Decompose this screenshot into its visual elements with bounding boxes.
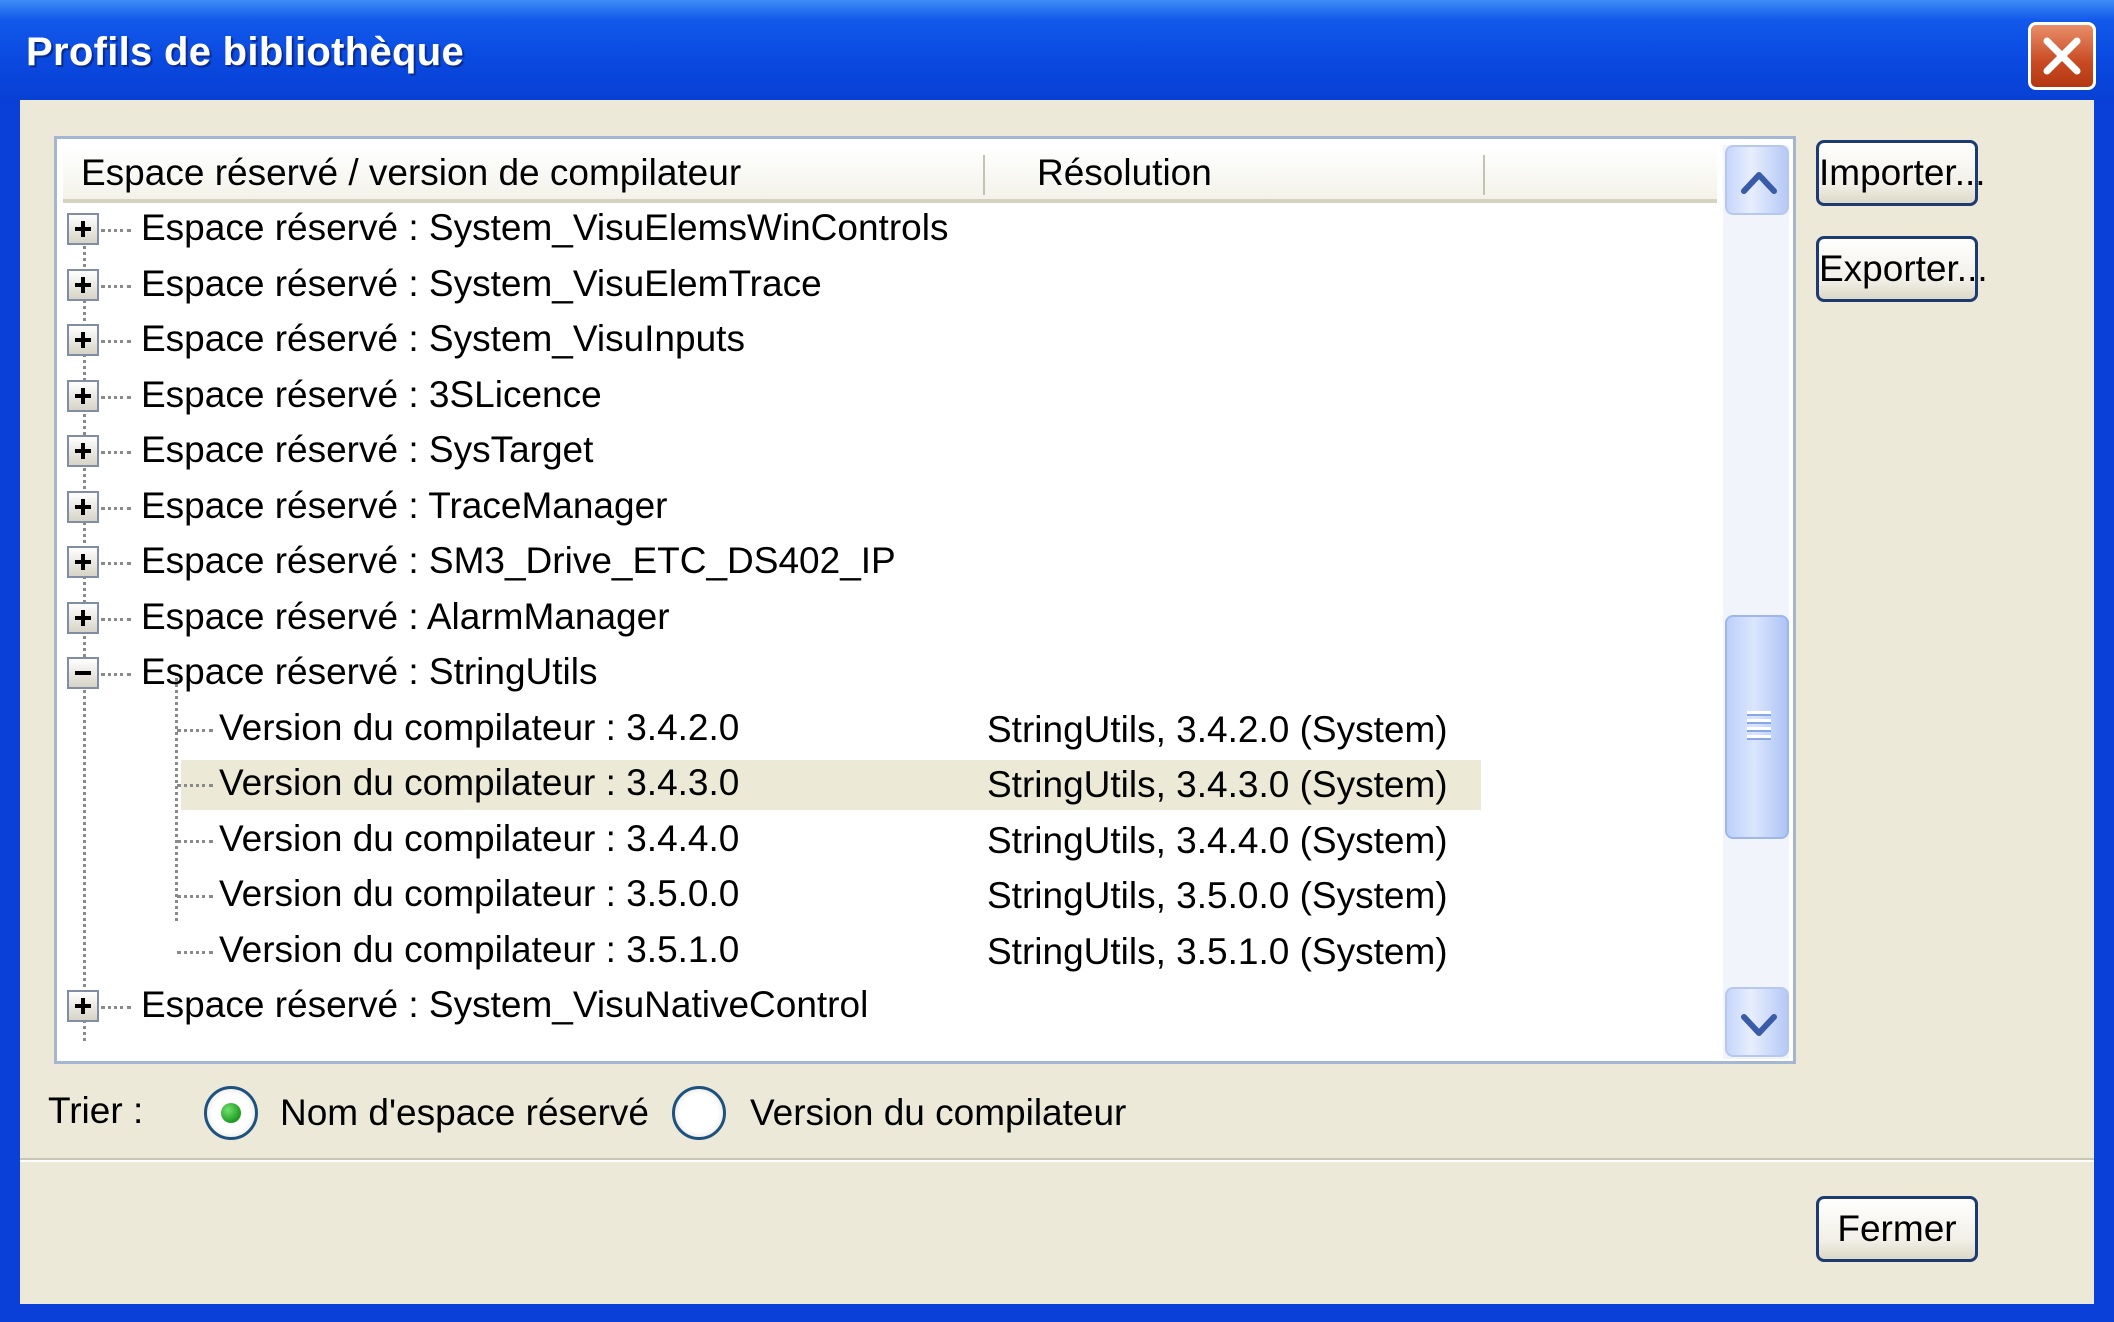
library-profiles-window: Profils de bibliothèque Espace réservé /… <box>0 0 2114 1322</box>
resolution-value: StringUtils, 3.4.2.0 (System) <box>987 708 1448 750</box>
tree-connector-line <box>101 229 131 232</box>
column-divider[interactable] <box>1483 155 1485 195</box>
tree-node-label: Espace réservé : SysTarget <box>141 429 594 470</box>
tree-node[interactable]: Espace réservé : SysTarget <box>63 425 1717 479</box>
tree-node-label: Espace réservé : StringUtils <box>141 651 598 692</box>
sort-label: Trier : <box>48 1090 144 1131</box>
vertical-scrollbar[interactable] <box>1723 145 1789 1059</box>
tree-node-label: Espace réservé : SM3_Drive_ETC_DS402_IP <box>141 540 896 581</box>
tree-connector-line <box>101 673 131 676</box>
tree-node[interactable]: Espace réservé : System_VisuNativeContro… <box>63 980 1717 1034</box>
close-button[interactable]: Fermer <box>1816 1196 1978 1262</box>
close-icon <box>2043 37 2081 75</box>
expand-icon[interactable] <box>67 546 99 578</box>
tree-node-label: Espace réservé : System_VisuInputs <box>141 318 745 359</box>
sort-by-version-label[interactable]: Version du compilateur <box>750 1092 1126 1134</box>
footer-divider <box>20 1158 2094 1162</box>
scroll-down-button[interactable] <box>1725 987 1789 1057</box>
resolution-value: StringUtils, 3.4.3.0 (System) <box>987 764 1448 805</box>
tree-node[interactable]: Espace réservé : 3SLicence <box>63 370 1717 424</box>
tree-node-label: Espace réservé : System_VisuElemsWinCont… <box>141 207 949 248</box>
column-header-resolution[interactable]: Résolution <box>983 147 1483 199</box>
tree-node[interactable]: Espace réservé : System_VisuInputs <box>63 314 1717 368</box>
column-header: Espace réservé / version de compilateur … <box>63 147 1717 203</box>
tree-connector-line <box>101 617 131 621</box>
tree-child-node[interactable]: Version du compilateur : 3.5.1.0 StringUt… <box>63 925 1717 979</box>
tree-node-label: Espace réservé : System_VisuNativeContro… <box>141 984 869 1025</box>
tree-connector-line <box>101 506 131 510</box>
import-button[interactable]: Importer... <box>1816 140 1986 206</box>
chevron-down-icon <box>1741 1014 1777 1036</box>
tree-node-label: Version du compilateur : 3.4.3.0 <box>219 762 740 803</box>
dialog-body: Espace réservé / version de compilateur … <box>20 100 2094 1304</box>
tree-child-node[interactable]: Version du compilateur : 3.4.3.0 StringUt… <box>63 758 1717 812</box>
tree-connector-line <box>101 395 131 399</box>
tree-connector-line <box>101 451 131 454</box>
resolution-value: StringUtils, 3.4.4.0 (System) <box>987 819 1448 861</box>
radio-checked-dot <box>221 1103 241 1123</box>
tree-connector-line <box>177 839 213 843</box>
tree-node-label: Version du compilateur : 3.4.4.0 <box>219 817 740 859</box>
sort-by-placeholder-radio[interactable] <box>204 1086 258 1140</box>
tree-connector-line <box>177 784 213 787</box>
tree-child-node[interactable]: Version du compilateur : 3.4.2.0 StringUt… <box>63 703 1717 757</box>
tree-node[interactable]: Espace réservé : TraceManager <box>63 481 1717 535</box>
resolution-value: StringUtils, 3.5.0.0 (System) <box>987 875 1448 916</box>
export-button[interactable]: Exporter... <box>1816 236 1988 302</box>
tree-connector-line <box>177 895 213 898</box>
sort-by-placeholder-label[interactable]: Nom d'espace réservé <box>280 1092 649 1134</box>
expand-icon[interactable] <box>67 601 99 634</box>
expand-icon[interactable] <box>67 990 99 1022</box>
profiles-tree-view[interactable]: Espace réservé / version de compilateur … <box>54 136 1796 1064</box>
window-title: Profils de bibliothèque <box>26 30 465 74</box>
tree-connector-line <box>101 562 131 565</box>
scroll-thumb[interactable] <box>1725 615 1789 839</box>
tree-connector-line <box>101 340 131 343</box>
tree-child-node[interactable]: Version du compilateur : 3.5.0.0 StringUt… <box>63 869 1717 923</box>
expand-icon[interactable] <box>67 490 99 523</box>
tree-node-label: Espace réservé : TraceManager <box>141 484 668 526</box>
expand-icon[interactable] <box>67 379 99 412</box>
tree-node[interactable]: Espace réservé : StringUtils <box>63 647 1717 701</box>
expand-icon[interactable] <box>67 213 99 245</box>
tree-node-label: Version du compilateur : 3.5.1.0 <box>219 928 740 970</box>
tree-rows: Espace réservé : System_VisuElemsWinCont… <box>63 203 1717 1059</box>
resolution-value: StringUtils, 3.5.1.0 (System) <box>987 930 1448 972</box>
tree-connector-line <box>101 284 131 288</box>
collapse-icon[interactable] <box>67 657 99 689</box>
tree-node[interactable]: Espace réservé : System_VisuElemTrace <box>63 259 1717 313</box>
title-bar[interactable]: Profils de bibliothèque <box>0 0 2114 100</box>
tree-node[interactable]: Espace réservé : System_VisuElemsWinCont… <box>63 203 1717 257</box>
tree-node-label: Espace réservé : System_VisuElemTrace <box>141 262 822 304</box>
tree-connector-line <box>101 1006 131 1009</box>
tree-connector-line <box>177 950 213 954</box>
tree-connector-line <box>177 728 213 732</box>
tree-node-label: Espace réservé : 3SLicence <box>141 373 602 415</box>
expand-icon[interactable] <box>67 268 99 301</box>
sort-by-version-radio[interactable] <box>672 1086 726 1140</box>
grip-icon <box>1747 711 1771 740</box>
expand-icon[interactable] <box>67 435 99 467</box>
tree-node-label: Version du compilateur : 3.5.0.0 <box>219 873 740 914</box>
tree-node-label: Espace réservé : AlarmManager <box>141 595 670 637</box>
chevron-up-icon <box>1741 172 1777 194</box>
tree-node[interactable]: Espace réservé : SM3_Drive_ETC_DS402_IP <box>63 536 1717 590</box>
column-header-placeholder[interactable]: Espace réservé / version de compilateur <box>63 147 983 199</box>
expand-icon[interactable] <box>67 324 99 356</box>
close-window-button[interactable] <box>2028 22 2096 90</box>
tree-child-node[interactable]: Version du compilateur : 3.4.4.0 StringUt… <box>63 814 1717 868</box>
scroll-up-button[interactable] <box>1725 145 1789 215</box>
tree-node[interactable]: Espace réservé : AlarmManager <box>63 592 1717 646</box>
tree-node-label: Version du compilateur : 3.4.2.0 <box>219 706 740 748</box>
